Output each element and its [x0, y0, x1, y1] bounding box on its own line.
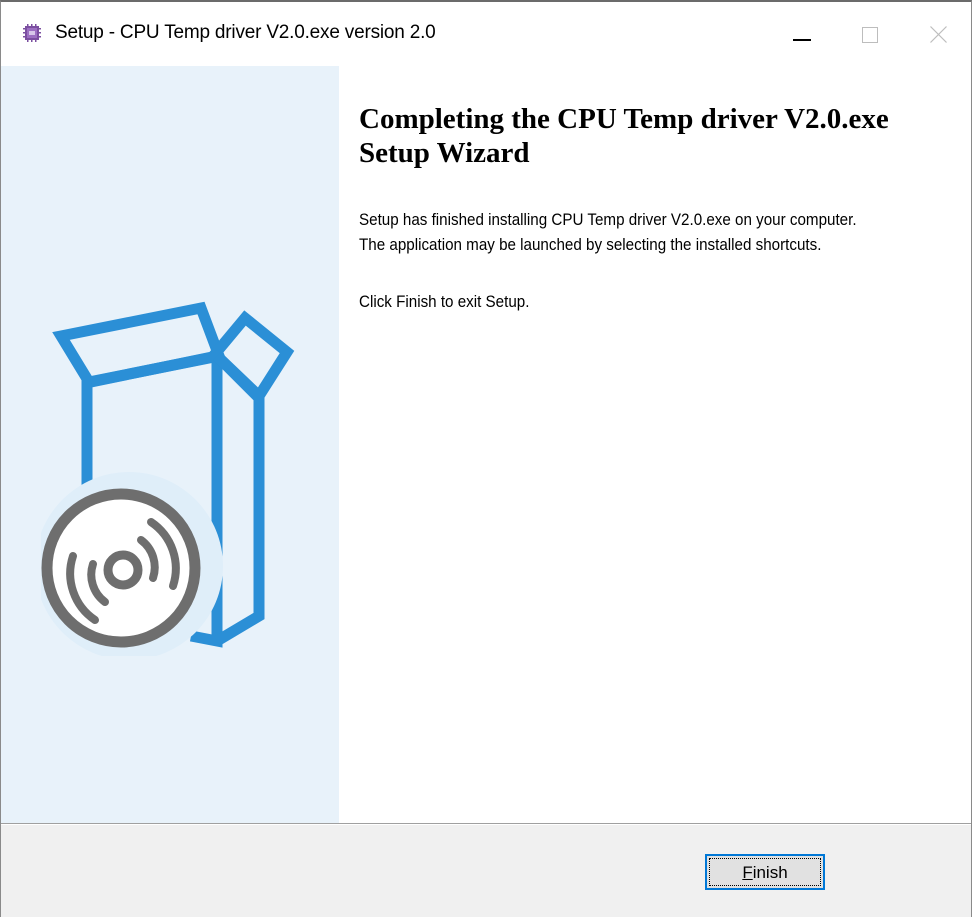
maximize-icon: [862, 27, 878, 43]
wizard-footer: Finish: [1, 825, 971, 917]
setup-window: Setup - CPU Temp driver V2.0.exe version…: [0, 0, 972, 917]
window-title: Setup - CPU Temp driver V2.0.exe version…: [55, 22, 436, 43]
close-button[interactable]: [907, 2, 969, 66]
title-bar[interactable]: Setup - CPU Temp driver V2.0.exe version…: [1, 2, 971, 66]
install-box-disc-icon: [41, 301, 295, 656]
finish-mnemonic: F: [742, 863, 753, 882]
maximize-button[interactable]: [839, 2, 901, 66]
close-icon: [930, 26, 947, 43]
finished-message-line-1: Setup has finished installing CPU Temp d…: [359, 211, 857, 229]
finished-message-line-2: The application may be launched by selec…: [359, 236, 822, 254]
app-chip-icon: [23, 24, 41, 42]
exit-instruction: Click Finish to exit Setup.: [359, 293, 530, 311]
wizard-content: Completing the CPU Temp driver V2.0.exe …: [339, 66, 971, 823]
wizard-side-panel: [1, 66, 339, 823]
finish-button-label: Finish: [707, 863, 823, 883]
finish-label-rest: inish: [752, 863, 788, 882]
minimize-icon: [793, 39, 811, 41]
wizard-heading: Completing the CPU Temp driver V2.0.exe …: [359, 103, 889, 169]
finish-button[interactable]: Finish: [705, 854, 825, 890]
minimize-button[interactable]: [771, 2, 833, 66]
